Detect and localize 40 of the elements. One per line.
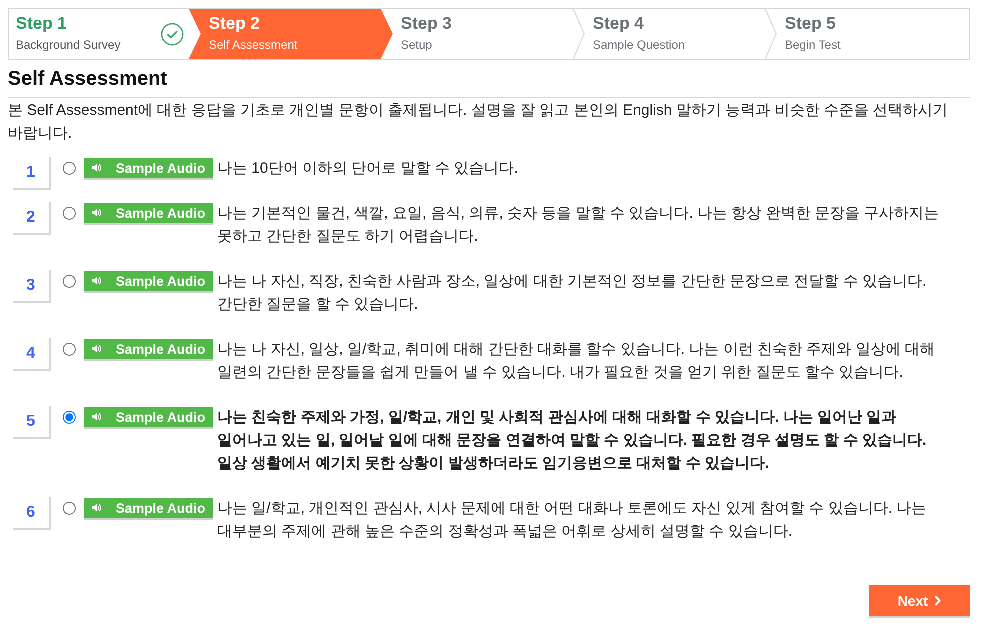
item-number: 2 <box>13 202 51 235</box>
sample-audio-button[interactable]: Sample Audio <box>84 203 213 225</box>
option-text: 나는 10단어 이하의 단어로 말할 수 있습니다. <box>218 159 520 179</box>
page-heading: Self Assessment <box>8 65 970 98</box>
speaker-icon <box>92 503 102 513</box>
item-number: 5 <box>13 406 51 439</box>
sample-audio-button[interactable]: Sample Audio <box>84 339 213 361</box>
instructions-text: 본 Self Assessment에 대한 응답을 기초로 개인별 문항이 출제됩니다. 설명을 잘 읽고 본인의 English 말하기 능력과 비슷한 수준을 선택하시기 바랍니다. <box>8 101 950 144</box>
option-text: 나는 나 자신, 직장, 친숙한 사람과 장소, 일상에 대한 기본적인 정보를 간단한 문장으로 전달할 수 있습니다. 간단한 질문을 할 수 있습니다. <box>218 272 928 315</box>
radio-button[interactable] <box>63 275 76 288</box>
radio-button[interactable] <box>63 207 76 220</box>
sample-audio-button[interactable]: Sample Audio <box>84 271 213 293</box>
sample-audio-button[interactable]: Sample Audio <box>84 407 213 429</box>
option-text: 나는 일/학교, 개인적인 관심사, 시사 문제에 대한 어떤 대화나 토론에도 자신 있게 참여할 수 있습니다. 나는 대부분의 주제에 관해 높은 수준의 정확성과 폭넓은 어휘로 상세히 설명할 수 있습니다. <box>218 499 928 542</box>
radio-button[interactable] <box>63 162 76 175</box>
progress-step: Step 1 Background Survey <box>9 9 189 59</box>
speaker-icon <box>92 344 102 354</box>
progress-step: Step 3 Setup <box>393 9 573 59</box>
progress-step: Step 2 Self Assessment <box>189 9 393 59</box>
check-circle-icon <box>161 22 184 46</box>
option-text: 나는 친숙한 주제와 가정, 일/학교, 개인 및 사회적 관심사에 대해 대화할 수 있습니다. 나는 일어난 일과 일어나고 있는 일, 일어날 일에 대해 문장을 연결하여 말할 수 있습니다. 필요한 경우 설명도 할 수 있습니다. 일상 생활에서 예기치 못한 상황이 발생하더라도 임기응변으로 대처할 수 있습니다. <box>218 408 928 474</box>
item-number: 6 <box>13 497 51 530</box>
chevron-right-icon <box>935 596 942 606</box>
speaker-icon <box>92 208 102 218</box>
speaker-icon <box>92 276 102 286</box>
radio-button[interactable] <box>63 411 76 424</box>
item-number: 1 <box>13 157 51 190</box>
progress-step: Step 4 Sample Question <box>585 9 765 59</box>
radio-button[interactable] <box>63 502 76 515</box>
speaker-icon <box>92 412 102 422</box>
option-text: 나는 나 자신, 일상, 일/학교, 취미에 대해 간단한 대화를 할수 있습니다. 나는 이런 친숙한 주제와 일상에 대해 일련의 간단한 문장들을 쉽게 만들어 낼 수 있습니다. 내가 필요한 것을 얻기 위한 질문도 할수 있습니다. <box>218 340 936 383</box>
item-number: 4 <box>13 338 51 371</box>
sample-audio-button[interactable]: Sample Audio <box>84 498 213 520</box>
option-text: 나는 기본적인 물건, 색깔, 요일, 음식, 의류, 숫자 등을 말할 수 있습니다. 나는 항상 완벽한 문장을 구사하지는 못하고 간단한 질문도 하기 어렵습니다. <box>218 204 940 247</box>
radio-button[interactable] <box>63 343 76 356</box>
next-button[interactable]: Next <box>869 585 970 618</box>
progress-step: Step 5 Begin Test <box>777 9 969 59</box>
sample-audio-button[interactable]: Sample Audio <box>84 158 213 180</box>
item-number: 3 <box>13 270 51 303</box>
speaker-icon <box>92 163 102 173</box>
